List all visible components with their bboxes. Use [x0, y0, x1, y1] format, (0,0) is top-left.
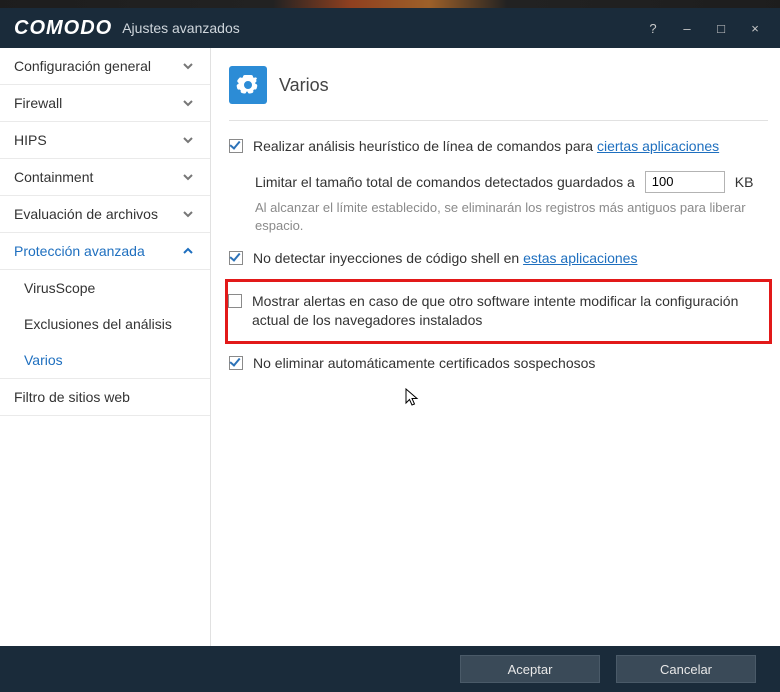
option-label: No detectar inyecciones de código shell …	[253, 249, 768, 269]
sidebar-sub-misc[interactable]: Varios	[0, 342, 210, 378]
sidebar-item-hips[interactable]: HIPS	[0, 122, 210, 159]
sidebar-item-label: HIPS	[14, 132, 47, 148]
sidebar-item-label: Protección avanzada	[14, 243, 145, 259]
option-keep-certs: No eliminar automáticamente certificados…	[229, 354, 768, 374]
option-shell-injection: No detectar inyecciones de código shell …	[229, 249, 768, 269]
window-title: Ajustes avanzados	[122, 20, 240, 36]
option-label: Mostrar alertas en caso de que otro soft…	[252, 292, 761, 331]
chevron-down-icon	[180, 58, 196, 74]
limit-suffix: KB	[735, 174, 754, 190]
checkbox-shell-injection[interactable]	[229, 251, 243, 265]
footer: Aceptar Cancelar	[0, 646, 780, 692]
gears-icon	[229, 66, 267, 104]
accept-button[interactable]: Aceptar	[460, 655, 600, 683]
chevron-up-icon	[180, 243, 196, 259]
cancel-button[interactable]: Cancelar	[616, 655, 756, 683]
sidebar-sub-exclusions[interactable]: Exclusiones del análisis	[0, 306, 210, 342]
settings-window: COMODO Ajustes avanzados ? – □ × Configu…	[0, 0, 780, 692]
link-these-apps[interactable]: estas aplicaciones	[523, 250, 637, 266]
option-label: Realizar análisis heurístico de línea de…	[253, 137, 768, 157]
chevron-down-icon	[180, 169, 196, 185]
sidebar-item-label: Firewall	[14, 95, 62, 111]
highlighted-option: Mostrar alertas en caso de que otro soft…	[225, 279, 772, 344]
sidebar-item-label: Exclusiones del análisis	[24, 316, 172, 332]
titlebar-accent	[0, 0, 780, 8]
checkbox-keep-certs[interactable]	[229, 356, 243, 370]
link-certain-apps[interactable]: ciertas aplicaciones	[597, 138, 719, 154]
limit-input[interactable]	[645, 171, 725, 193]
sidebar-item-firewall[interactable]: Firewall	[0, 85, 210, 122]
minimize-button[interactable]: –	[670, 15, 704, 41]
limit-row: Limitar el tamaño total de comandos dete…	[255, 171, 768, 193]
checkbox-heuristic[interactable]	[229, 139, 243, 153]
option-label: No eliminar automáticamente certificados…	[253, 354, 768, 374]
checkbox-browser-alerts[interactable]	[228, 294, 242, 308]
sidebar-item-web-filter[interactable]: Filtro de sitios web	[0, 378, 210, 416]
sidebar-item-advanced-protection[interactable]: Protección avanzada	[0, 233, 210, 270]
sidebar-item-label: VirusScope	[24, 280, 95, 296]
help-button[interactable]: ?	[636, 15, 670, 41]
chevron-down-icon	[180, 95, 196, 111]
sidebar-item-file-eval[interactable]: Evaluación de archivos	[0, 196, 210, 233]
sidebar-item-label: Evaluación de archivos	[14, 206, 158, 222]
window-body: Configuración general Firewall HIPS Cont…	[0, 48, 780, 646]
chevron-down-icon	[180, 206, 196, 222]
maximize-button[interactable]: □	[704, 15, 738, 41]
window-controls: ? – □ ×	[636, 15, 772, 41]
page-title: Varios	[279, 75, 329, 96]
option-browser-alerts: Mostrar alertas en caso de que otro soft…	[228, 292, 761, 331]
limit-label: Limitar el tamaño total de comandos dete…	[255, 174, 635, 190]
close-button[interactable]: ×	[738, 15, 772, 41]
option-heuristic-analysis: Realizar análisis heurístico de línea de…	[229, 137, 768, 157]
sidebar-item-label: Configuración general	[14, 58, 151, 74]
sidebar: Configuración general Firewall HIPS Cont…	[0, 48, 211, 646]
chevron-down-icon	[180, 132, 196, 148]
sidebar-item-label: Varios	[24, 352, 63, 368]
brand-logo: COMODO	[14, 17, 112, 40]
sidebar-sub-virusscope[interactable]: VirusScope	[0, 270, 210, 306]
option-text: Realizar análisis heurístico de línea de…	[253, 138, 597, 154]
sidebar-item-label: Filtro de sitios web	[14, 389, 130, 405]
sidebar-item-general[interactable]: Configuración general	[0, 48, 210, 85]
content-panel: Varios Realizar análisis heurístico de l…	[211, 48, 780, 646]
limit-help-text: Al alcanzar el límite establecido, se el…	[255, 199, 768, 235]
content-header: Varios	[229, 66, 768, 121]
option-text: No detectar inyecciones de código shell …	[253, 250, 523, 266]
sidebar-item-label: Containment	[14, 169, 93, 185]
sidebar-item-containment[interactable]: Containment	[0, 159, 210, 196]
